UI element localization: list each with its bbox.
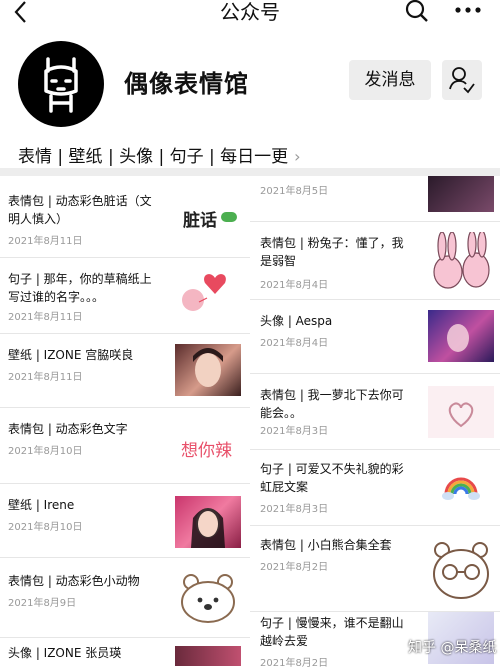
- user-check-icon: [449, 67, 475, 94]
- rainbow-icon: [442, 477, 480, 500]
- article-title: 壁纸 | IZONE 宫脇咲良: [8, 348, 134, 362]
- hand-heart-icon: [428, 386, 494, 438]
- article-card[interactable]: 头像 | Aespa 2021年8月4日: [250, 300, 500, 374]
- avatar[interactable]: [18, 41, 104, 127]
- article-date: 2021年8月10日: [8, 446, 83, 457]
- article-title: 表情包 | 我一萝北下去你可能会。。: [260, 388, 404, 420]
- article-title: 表情包 | 小白熊合集全套: [260, 538, 392, 552]
- article-title: 表情包 | 动态彩色文字: [8, 422, 128, 436]
- article-title: 句子 | 那年，你的草稿纸上写过谁的名字。。。: [8, 272, 152, 304]
- article-thumbnail: 想你辣: [175, 420, 241, 472]
- article-title: 头像 | IZONE 张员瑛: [8, 646, 122, 660]
- article-thumbnail: [428, 386, 494, 438]
- article-title: 壁纸 | Irene: [8, 498, 75, 512]
- category-menu[interactable]: 表情 | 壁纸 | 头像 | 句子 | 每日一更 ›: [18, 146, 301, 168]
- article-title: 表情包 | 粉兔子：懂了，我是弱智: [260, 236, 404, 268]
- article-date: 2021年8月11日: [8, 372, 83, 383]
- account-name: 偶像表情馆: [124, 70, 249, 98]
- portrait-photo-icon: [191, 508, 225, 548]
- send-message-button[interactable]: 发消息: [349, 60, 431, 100]
- article-date: 2021年8月9日: [8, 598, 77, 609]
- article-title: 头像 | Aespa: [260, 314, 333, 328]
- thumbnail-text: 脏话: [183, 211, 217, 231]
- menu-text[interactable]: 表情 | 壁纸 | 头像 | 句子 | 每日一更: [18, 147, 288, 167]
- article-thumbnail: [175, 268, 241, 320]
- portrait-photo-icon: [193, 348, 223, 387]
- article-title: 表情包 | 动态彩色小动物: [8, 574, 140, 588]
- thumbnail-text: 想你辣: [181, 441, 232, 461]
- article-date: 2021年8月2日: [260, 658, 329, 669]
- more-options-icon[interactable]: [454, 0, 482, 24]
- article-card[interactable]: 表情包 | 动态彩色小动物 2021年8月9日: [0, 558, 250, 638]
- article-date: 2021年8月4日: [260, 280, 329, 291]
- article-thumbnail: [175, 344, 241, 396]
- article-card[interactable]: 表情包 | 小白熊合集全套 2021年8月2日: [250, 526, 500, 612]
- article-date: 2021年8月2日: [260, 562, 329, 573]
- article-card[interactable]: 壁纸 | IZONE 宫脇咲良 2021年8月11日: [0, 334, 250, 408]
- llama-logo-icon: [44, 57, 78, 113]
- article-thumbnail: [175, 646, 241, 666]
- article-card[interactable]: 表情包 | 粉兔子：懂了，我是弱智 2021年8月4日: [250, 222, 500, 300]
- article-date: 2021年8月10日: [8, 522, 83, 533]
- article-thumbnail: [428, 462, 494, 514]
- search-icon[interactable]: [404, 0, 430, 24]
- article-date: 2021年8月3日: [260, 426, 329, 437]
- article-card[interactable]: 头像 | IZONE 张员瑛: [0, 638, 250, 666]
- follow-button[interactable]: [442, 60, 482, 100]
- article-thumbnail: [428, 232, 494, 292]
- heart-balloon-icon: [182, 274, 226, 311]
- top-bar: 公众号: [0, 0, 500, 28]
- article-thumbnail: [175, 572, 241, 624]
- article-card[interactable]: 表情包 | 动态彩色文字 2021年8月10日 想你辣: [0, 408, 250, 484]
- article-date: 2021年8月3日: [260, 504, 329, 515]
- toggle-icon: [221, 212, 237, 222]
- pink-rabbit-icon: [433, 232, 490, 289]
- article-card[interactable]: 2021年8月5日: [250, 176, 500, 222]
- article-card[interactable]: 表情包 | 我一萝北下去你可能会。。 2021年8月3日: [250, 374, 500, 450]
- article-card[interactable]: 句子 | 可爱又不失礼貌的彩虹屁文案 2021年8月3日: [250, 450, 500, 526]
- article-card[interactable]: 壁纸 | Irene 2021年8月10日: [0, 484, 250, 558]
- article-thumbnail: [428, 310, 494, 362]
- article-card[interactable]: 表情包 | 动态彩色脏话（文明人慎入） 2021年8月11日 脏话: [0, 176, 250, 258]
- article-date: 2021年8月4日: [260, 338, 329, 349]
- chevron-right-icon: ›: [294, 147, 301, 166]
- white-bear-icon: [433, 542, 489, 599]
- watermark: 知乎 @呆桑纸: [408, 640, 497, 656]
- article-title: 句子 | 慢慢来，谁不是翻山越岭去爱: [260, 616, 404, 648]
- white-bear-icon: [181, 574, 235, 623]
- article-thumbnail: 脏话: [175, 192, 241, 244]
- article-thumbnail: [175, 496, 241, 548]
- section-divider: [0, 168, 500, 176]
- article-date: 2021年8月5日: [260, 186, 329, 197]
- article-date: 2021年8月11日: [8, 312, 83, 323]
- portrait-photo-icon: [447, 324, 469, 352]
- article-title: 表情包 | 动态彩色脏话（文明人慎入）: [8, 194, 152, 226]
- article-thumbnail: [428, 536, 494, 602]
- account-profile: 偶像表情馆 发消息: [0, 36, 500, 127]
- article-card[interactable]: 句子 | 那年，你的草稿纸上写过谁的名字。。。 2021年8月11日: [0, 258, 250, 334]
- article-date: 2021年8月11日: [8, 236, 83, 247]
- article-thumbnail: [428, 176, 494, 212]
- article-title: 句子 | 可爱又不失礼貌的彩虹屁文案: [260, 462, 404, 494]
